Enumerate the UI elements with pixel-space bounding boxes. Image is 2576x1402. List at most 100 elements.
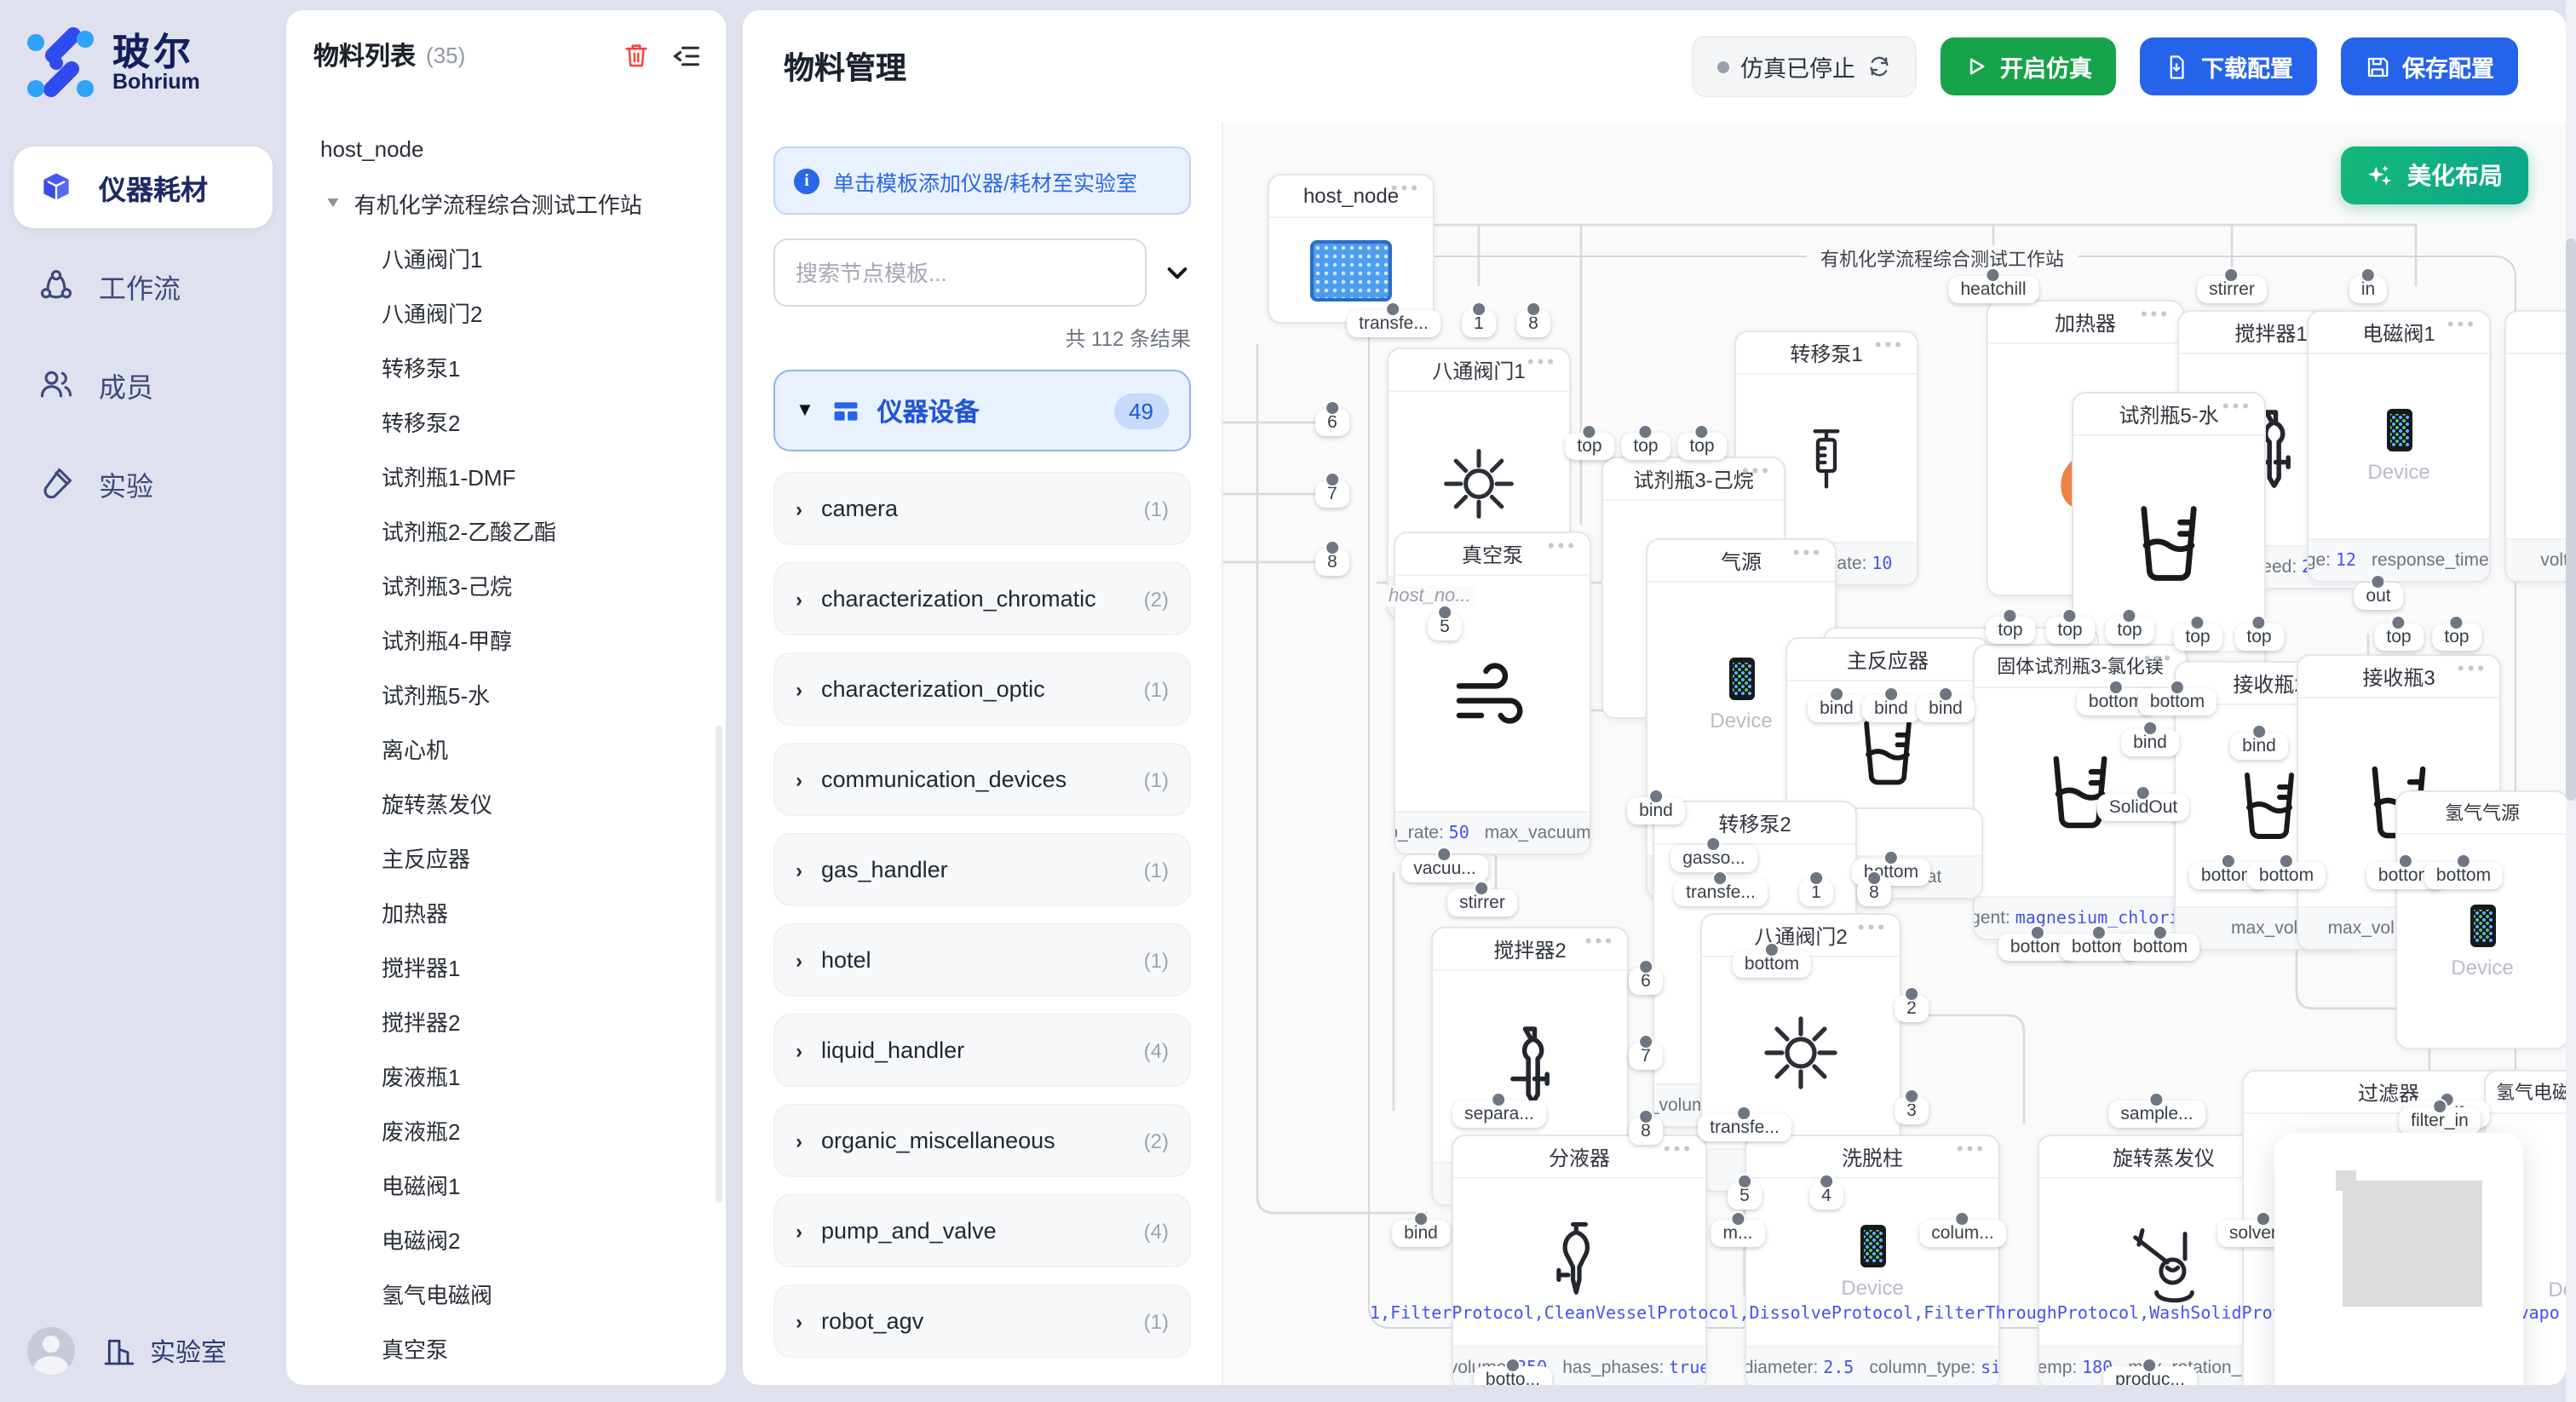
tree-item[interactable]: 搅拌器1 — [286, 939, 726, 993]
node-menu-icon[interactable]: ••• — [1527, 353, 1557, 373]
node-menu-icon[interactable]: ••• — [2458, 659, 2487, 680]
tree-item[interactable]: 真空泵 — [286, 1320, 726, 1375]
chevron-down-icon[interactable]: ▼ — [324, 194, 342, 210]
port-pill[interactable]: 3 — [1895, 1097, 1929, 1124]
search-input[interactable] — [773, 238, 1147, 307]
port-pill[interactable]: m... — [1711, 1220, 1765, 1247]
tree-item-host-node[interactable]: host_node — [286, 121, 726, 175]
node-menu-icon[interactable]: ••• — [1548, 537, 1578, 557]
port-pill[interactable]: 6 — [1315, 409, 1349, 436]
port-pill[interactable]: bind — [1627, 797, 1685, 825]
port-pill[interactable]: vacuu... — [1401, 855, 1488, 882]
category-hotel[interactable]: ›hotel(1) — [773, 923, 1191, 997]
port-pill[interactable]: 2 — [1895, 995, 1929, 1022]
avatar[interactable] — [27, 1327, 75, 1375]
port-pill[interactable]: bind — [2121, 729, 2179, 756]
tree-group[interactable]: ▼ 有机化学流程综合测试工作站 — [286, 175, 726, 230]
node-menu-icon[interactable]: ••• — [1957, 1140, 1987, 1160]
port-pill[interactable]: 6 — [1629, 968, 1663, 995]
category-pump-and-valve[interactable]: ›pump_and_valve(4) — [773, 1194, 1191, 1267]
port-pill[interactable]: transfe... — [1674, 879, 1768, 906]
port-pill[interactable]: bind — [1862, 695, 1920, 722]
tree-item[interactable]: 试剂瓶5-水 — [286, 666, 726, 721]
tree-item[interactable]: 转移泵1 — [286, 339, 726, 394]
port-pill[interactable]: 8 — [1629, 1118, 1663, 1145]
scrollbar[interactable] — [716, 726, 722, 1203]
port-pill[interactable]: top — [1621, 433, 1670, 460]
port-pill[interactable]: 1 — [1799, 879, 1833, 906]
port-pill[interactable]: bind — [1808, 695, 1866, 722]
port-pill[interactable]: top — [1986, 617, 2034, 644]
tree-item[interactable]: 转移泵2 — [286, 394, 726, 448]
sidebar-item-laboratory[interactable]: 实验室 — [102, 1333, 227, 1369]
port-pill[interactable]: bottom — [2424, 862, 2503, 889]
tree-item[interactable]: 旋转蒸发仪 — [286, 775, 726, 830]
node-menu-icon[interactable]: ••• — [1742, 462, 1772, 482]
node-vacuum-pump[interactable]: 真空泵••• pump_rate: 50max_vacuum: 0.1 — [1394, 531, 1591, 855]
category-gas-handler[interactable]: ›gas_handler(1) — [773, 833, 1191, 906]
port-pill[interactable]: stirrer — [1447, 889, 1517, 916]
node-elution-column[interactable]: 洗脱柱••• Device diameter: 2.5column_type: … — [1745, 1135, 2000, 1385]
chevron-down-icon[interactable] — [1164, 259, 1191, 286]
node-separatory-funnel[interactable]: 分液器••• volume: 250has_phases: true — [1452, 1135, 1707, 1385]
tree-item[interactable]: 加热器 — [286, 884, 726, 939]
simulation-status-badge[interactable]: 仿真已停止 — [1691, 36, 1917, 97]
port-pill[interactable]: top — [1677, 433, 1726, 460]
tree-item[interactable]: 试剂瓶1-DMF — [286, 448, 726, 503]
node-menu-icon[interactable]: ••• — [2222, 397, 2252, 417]
node-menu-icon[interactable]: ••• — [2141, 305, 2171, 325]
port-pill[interactable]: bottom — [2121, 934, 2199, 961]
port-pill[interactable]: 7 — [1629, 1043, 1663, 1070]
node-solenoid-valve1[interactable]: 电磁阀1••• Device voltage: 12response_time:… — [2307, 310, 2491, 583]
category-characterization-chromatic[interactable]: ›characterization_chromatic(2) — [773, 562, 1191, 635]
port-pill[interactable]: out — [2354, 583, 2402, 610]
category-liquid-handler[interactable]: ›liquid_handler(4) — [773, 1014, 1191, 1087]
graph-canvas[interactable]: 有机化学流程综合测试工作站 host_node••• 八通阀门1••• posi… — [1223, 123, 2566, 1385]
save-config-button[interactable]: 保存配置 — [2341, 37, 2518, 95]
node-menu-icon[interactable]: ••• — [1875, 336, 1905, 356]
port-pill[interactable]: 4 — [1809, 1182, 1843, 1210]
collapse-panel-icon[interactable] — [671, 40, 702, 71]
port-pill[interactable]: bottom — [2247, 862, 2326, 889]
tree-item[interactable]: 八通阀门1 — [286, 230, 726, 284]
start-simulation-button[interactable]: 开启仿真 — [1941, 37, 2116, 95]
tree-item[interactable]: 主反应器 — [286, 830, 726, 884]
tree-item[interactable]: 废液瓶2 — [286, 1102, 726, 1157]
tree-item[interactable]: 试剂瓶3-己烷 — [286, 557, 726, 612]
port-pill[interactable]: top — [2045, 617, 2094, 644]
port-pill[interactable]: filter_in — [2399, 1107, 2481, 1135]
node-menu-icon[interactable]: ••• — [1585, 932, 1615, 952]
sidebar-item-workflow[interactable]: 工作流 — [14, 245, 273, 327]
category-group-instruments[interactable]: ▼ 仪器设备 49 — [773, 370, 1191, 451]
refresh-icon[interactable] — [1867, 55, 1891, 78]
node-menu-icon[interactable]: ••• — [1664, 1140, 1693, 1160]
port-pill[interactable]: 1 — [1462, 310, 1496, 337]
port-pill[interactable]: top — [2234, 623, 2283, 651]
port-pill[interactable]: botto... — [1474, 1366, 1552, 1385]
node-hydrogen-gas-source[interactable]: 氢气气源 Device — [2395, 790, 2566, 1049]
tree-item[interactable]: 电磁阀2 — [286, 1211, 726, 1266]
port-pill[interactable]: transfe... — [1698, 1114, 1791, 1141]
port-pill[interactable]: SolidOut — [2097, 794, 2190, 821]
port-pill[interactable]: heatchill — [1948, 276, 2038, 303]
port-pill[interactable]: in — [2349, 276, 2387, 303]
port-pill[interactable]: transfe... — [1347, 310, 1440, 337]
port-pill[interactable]: 8 — [1315, 549, 1349, 576]
port-pill[interactable]: 5 — [1428, 613, 1462, 641]
category-robot-agv[interactable]: ›robot_agv(1) — [773, 1284, 1191, 1358]
node-menu-icon[interactable]: ••• — [2447, 315, 2477, 336]
node-menu-icon[interactable]: ••• — [1858, 918, 1888, 939]
port-pill[interactable]: bottom — [1733, 951, 1811, 978]
sidebar-item-experiments[interactable]: 实验 — [14, 443, 273, 525]
tree-item[interactable]: 电磁阀1 — [286, 1157, 726, 1211]
port-pill[interactable]: top — [1565, 433, 1613, 460]
port-pill[interactable]: bind — [1392, 1220, 1450, 1247]
page-scrollbar[interactable] — [2566, 0, 2576, 1402]
port-pill[interactable]: gasso... — [1670, 845, 1757, 872]
sidebar-item-instruments[interactable]: 仪器耗材 — [14, 147, 273, 228]
port-pill[interactable]: separa... — [1452, 1100, 1546, 1128]
port-pill[interactable]: produc... — [2103, 1366, 2197, 1385]
tree-item[interactable]: 试剂瓶4-甲醇 — [286, 612, 726, 666]
tree-item[interactable]: 氢气电磁阀 — [286, 1266, 726, 1320]
tree-item[interactable]: 搅拌器2 — [286, 993, 726, 1048]
